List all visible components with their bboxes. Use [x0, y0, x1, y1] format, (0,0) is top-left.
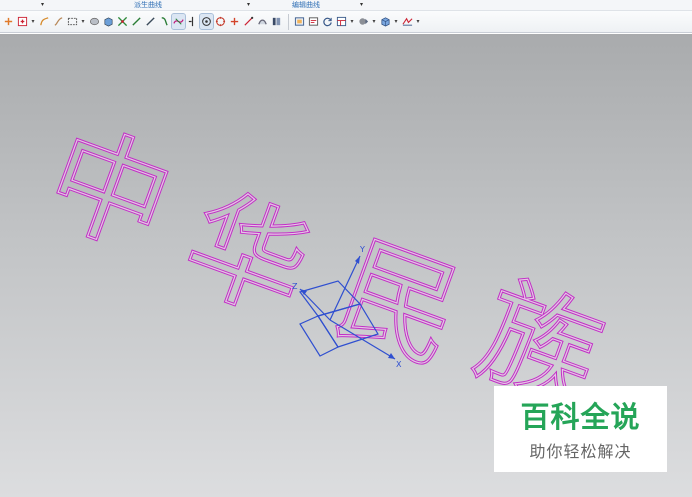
dropdown-caret[interactable]: ▾: [30, 18, 36, 25]
measure-icon[interactable]: [401, 14, 414, 29]
model-char-2-inner-offset: 华: [168, 171, 326, 341]
text-icon[interactable]: [270, 14, 283, 29]
refresh-icon[interactable]: [321, 14, 334, 29]
line-icon[interactable]: [130, 14, 143, 29]
watermark-logo: 百科全说 助你轻松解决: [494, 386, 667, 472]
arc-icon[interactable]: [158, 14, 171, 29]
extrude-icon[interactable]: [88, 14, 101, 29]
point-set-icon[interactable]: [16, 14, 29, 29]
slash-icon[interactable]: [242, 14, 255, 29]
cad-window: ▾ 派生曲线 ▾ 编辑曲线 ▾ ▾ ▾ ▾ ▾ ▾ ▾ 中 中 华 华 民 民 …: [0, 0, 692, 497]
rectangle-icon[interactable]: [66, 14, 79, 29]
center-point-icon[interactable]: [199, 13, 214, 30]
plus-icon[interactable]: [228, 14, 241, 29]
x-axis-label: X: [396, 360, 402, 369]
cube-icon[interactable]: [379, 14, 392, 29]
watermark-subtitle: 助你轻松解决: [529, 442, 632, 461]
spline-icon[interactable]: [186, 14, 199, 29]
section-view-icon[interactable]: [307, 14, 320, 29]
view-frame-icon[interactable]: [293, 14, 306, 29]
y-axis-label: Y: [359, 245, 365, 254]
watermark-title: 百科全说: [520, 400, 641, 434]
ribbon-group-strip: ▾ 派生曲线 ▾ 编辑曲线 ▾: [0, 0, 692, 11]
group-dropdown-caret[interactable]: ▾: [41, 0, 44, 10]
group-dropdown-caret[interactable]: ▾: [360, 0, 363, 10]
dropdown-caret[interactable]: ▾: [415, 18, 421, 25]
curve-toolbar: ▾ ▾ ▾ ▾ ▾ ▾: [0, 11, 692, 33]
model-char-1-inner-offset: 中: [30, 106, 188, 276]
shaded-icon[interactable]: [357, 14, 370, 29]
line-alt-icon[interactable]: [144, 14, 157, 29]
dropdown-caret[interactable]: ▾: [371, 18, 377, 25]
z-axis-label: Z: [292, 282, 298, 291]
layout-icon[interactable]: [335, 14, 348, 29]
dropdown-caret[interactable]: ▾: [393, 18, 399, 25]
group-label-edit-curves[interactable]: 编辑曲线: [292, 0, 320, 10]
target-circle-icon[interactable]: [214, 14, 227, 29]
group-dropdown-caret[interactable]: ▾: [247, 0, 250, 10]
group-label-derived-curves[interactable]: 派生曲线: [134, 0, 162, 10]
dropdown-caret[interactable]: ▾: [349, 18, 355, 25]
helix-icon[interactable]: [256, 14, 269, 29]
model-char-2-group: 华 华: [167, 169, 328, 342]
intersection-icon[interactable]: [171, 13, 186, 30]
sketch-icon[interactable]: [52, 14, 65, 29]
model-text-outline: 中 中: [29, 104, 190, 277]
snap-points-icon[interactable]: [116, 14, 129, 29]
toolbar-separator: [288, 13, 289, 30]
curve-icon[interactable]: [38, 14, 51, 29]
point-icon[interactable]: [2, 14, 15, 29]
block-icon[interactable]: [102, 14, 115, 29]
dropdown-caret[interactable]: ▾: [80, 18, 86, 25]
